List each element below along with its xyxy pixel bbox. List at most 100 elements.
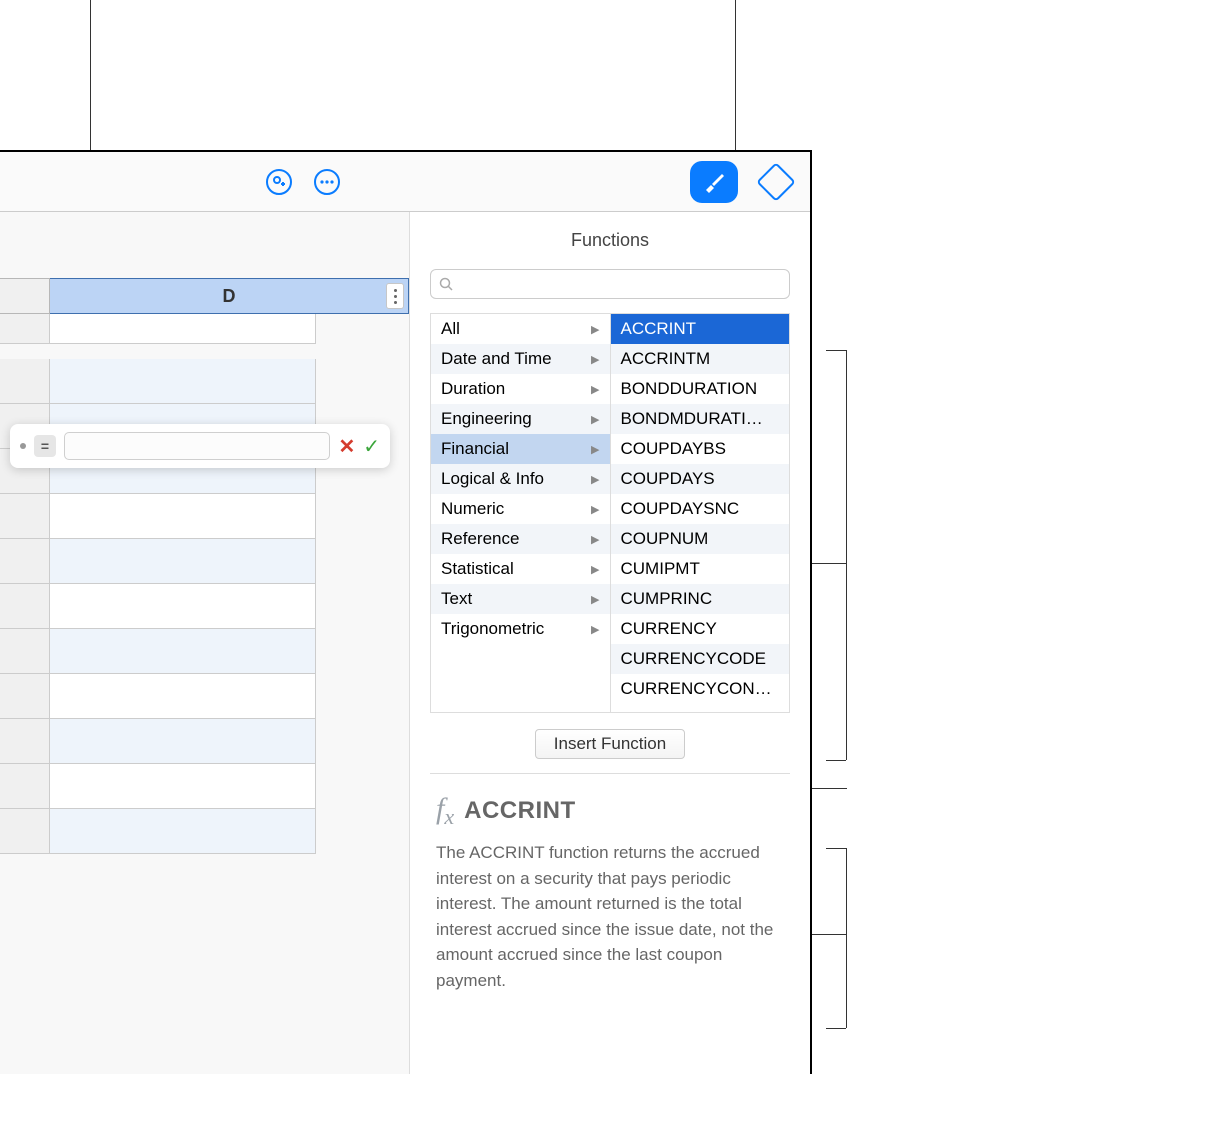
chevron-right-icon: ▶ bbox=[591, 563, 599, 576]
function-item[interactable]: ACCRINTM bbox=[611, 344, 790, 374]
function-item[interactable]: BONDDURATION bbox=[611, 374, 790, 404]
diamond-icon bbox=[756, 162, 796, 202]
chevron-right-icon: ▶ bbox=[591, 503, 599, 516]
drag-handle-icon[interactable] bbox=[20, 443, 26, 449]
function-description: fx ACCRINT The ACCRINT function returns … bbox=[430, 774, 790, 993]
callout-leader bbox=[812, 788, 847, 789]
category-label: Trigonometric bbox=[441, 619, 544, 639]
chevron-right-icon: ▶ bbox=[591, 353, 599, 366]
confirm-formula-button[interactable]: ✓ bbox=[363, 434, 380, 459]
panel-title: Functions bbox=[430, 224, 790, 269]
callout-leader bbox=[846, 350, 847, 760]
spreadsheet-area[interactable]: D bbox=[0, 212, 410, 1074]
column-header-row: D bbox=[0, 278, 409, 314]
function-item[interactable]: CUMPRINC bbox=[611, 584, 790, 614]
equals-badge: = bbox=[34, 435, 56, 457]
more-icon bbox=[314, 169, 340, 195]
toolbar bbox=[0, 152, 810, 212]
function-item[interactable]: COUPNUM bbox=[611, 524, 790, 554]
category-item[interactable]: Financial ▶ bbox=[431, 434, 610, 464]
chevron-right-icon: ▶ bbox=[591, 323, 599, 336]
formula-input[interactable] bbox=[64, 432, 330, 460]
category-label: Numeric bbox=[441, 499, 504, 519]
function-item[interactable]: CURRENCYCON… bbox=[611, 674, 790, 704]
chevron-right-icon: ▶ bbox=[591, 593, 599, 606]
function-item[interactable]: COUPDAYSNC bbox=[611, 494, 790, 524]
function-browser: All▶Date and Time▶Duration▶Engineering▶F… bbox=[430, 313, 790, 713]
category-label: Date and Time bbox=[441, 349, 552, 369]
function-item[interactable]: BONDMDURATI… bbox=[611, 404, 790, 434]
callout-leader bbox=[846, 848, 847, 1028]
category-item[interactable]: Logical & Info ▶ bbox=[431, 464, 610, 494]
table-row[interactable] bbox=[0, 494, 316, 539]
callout-leader bbox=[812, 934, 847, 935]
callout-leader bbox=[735, 0, 736, 160]
category-label: Reference bbox=[441, 529, 519, 549]
table-row[interactable] bbox=[0, 719, 316, 764]
chevron-right-icon: ▶ bbox=[591, 473, 599, 486]
category-label: Duration bbox=[441, 379, 505, 399]
column-label: D bbox=[223, 286, 236, 307]
category-label: Engineering bbox=[441, 409, 532, 429]
function-item[interactable]: CURRENCYCODE bbox=[611, 644, 790, 674]
column-header-D[interactable]: D bbox=[50, 278, 409, 314]
more-button[interactable] bbox=[312, 167, 342, 197]
category-item[interactable]: Trigonometric ▶ bbox=[431, 614, 610, 644]
insert-shape-button[interactable] bbox=[756, 167, 796, 197]
table-row[interactable] bbox=[0, 584, 316, 629]
chevron-right-icon: ▶ bbox=[591, 413, 599, 426]
chevron-right-icon: ▶ bbox=[591, 623, 599, 636]
table-rows bbox=[0, 314, 316, 854]
table-row[interactable] bbox=[0, 539, 316, 584]
search-input[interactable] bbox=[459, 276, 781, 292]
table-row[interactable] bbox=[0, 629, 316, 674]
table-row[interactable] bbox=[0, 359, 316, 404]
category-item[interactable]: Statistical ▶ bbox=[431, 554, 610, 584]
insert-function-button[interactable]: Insert Function bbox=[535, 729, 685, 759]
column-menu-button[interactable] bbox=[386, 283, 404, 309]
search-icon bbox=[439, 277, 453, 291]
category-label: Text bbox=[441, 589, 472, 609]
collaborate-button[interactable] bbox=[264, 167, 294, 197]
function-item[interactable]: COUPDAYBS bbox=[611, 434, 790, 464]
description-text: The ACCRINT function returns the accrued… bbox=[436, 840, 784, 993]
callout-leader bbox=[826, 350, 846, 351]
paintbrush-icon bbox=[702, 170, 726, 194]
collaborate-icon bbox=[266, 169, 292, 195]
table-row[interactable] bbox=[0, 674, 316, 719]
function-list[interactable]: ACCRINTACCRINTMBONDDURATIONBONDMDURATI…C… bbox=[611, 314, 790, 712]
function-item[interactable]: CUMIPMT bbox=[611, 554, 790, 584]
callout-leader bbox=[826, 760, 846, 761]
cancel-formula-button[interactable]: ✕ bbox=[338, 434, 355, 459]
chevron-right-icon: ▶ bbox=[591, 533, 599, 546]
table-row[interactable] bbox=[0, 314, 316, 359]
category-item[interactable]: Duration ▶ bbox=[431, 374, 610, 404]
callout-leader bbox=[826, 1028, 846, 1029]
description-title: ACCRINT bbox=[464, 797, 576, 825]
category-item[interactable]: Reference ▶ bbox=[431, 524, 610, 554]
function-search[interactable] bbox=[430, 269, 790, 299]
format-button[interactable] bbox=[690, 161, 738, 203]
table-row[interactable] bbox=[0, 764, 316, 809]
fx-icon: fx bbox=[436, 792, 454, 830]
function-item[interactable]: CURRENCY bbox=[611, 614, 790, 644]
header-stub bbox=[0, 278, 50, 314]
category-item[interactable]: Numeric ▶ bbox=[431, 494, 610, 524]
function-item[interactable]: COUPDAYS bbox=[611, 464, 790, 494]
category-item[interactable]: Text ▶ bbox=[431, 584, 610, 614]
category-label: Financial bbox=[441, 439, 509, 459]
function-item[interactable]: ACCRINT bbox=[611, 314, 790, 344]
category-label: Statistical bbox=[441, 559, 514, 579]
app-window: D bbox=[0, 150, 812, 1074]
category-item[interactable]: Engineering ▶ bbox=[431, 404, 610, 434]
callout-leader bbox=[812, 563, 847, 564]
chevron-right-icon: ▶ bbox=[591, 443, 599, 456]
table-row[interactable] bbox=[0, 809, 316, 854]
category-label: All bbox=[441, 319, 460, 339]
category-list[interactable]: All▶Date and Time▶Duration▶Engineering▶F… bbox=[431, 314, 611, 712]
chevron-right-icon: ▶ bbox=[591, 383, 599, 396]
category-item[interactable]: Date and Time ▶ bbox=[431, 344, 610, 374]
category-label: Logical & Info bbox=[441, 469, 544, 489]
callout-leader bbox=[826, 848, 846, 849]
category-item[interactable]: All ▶ bbox=[431, 314, 610, 344]
